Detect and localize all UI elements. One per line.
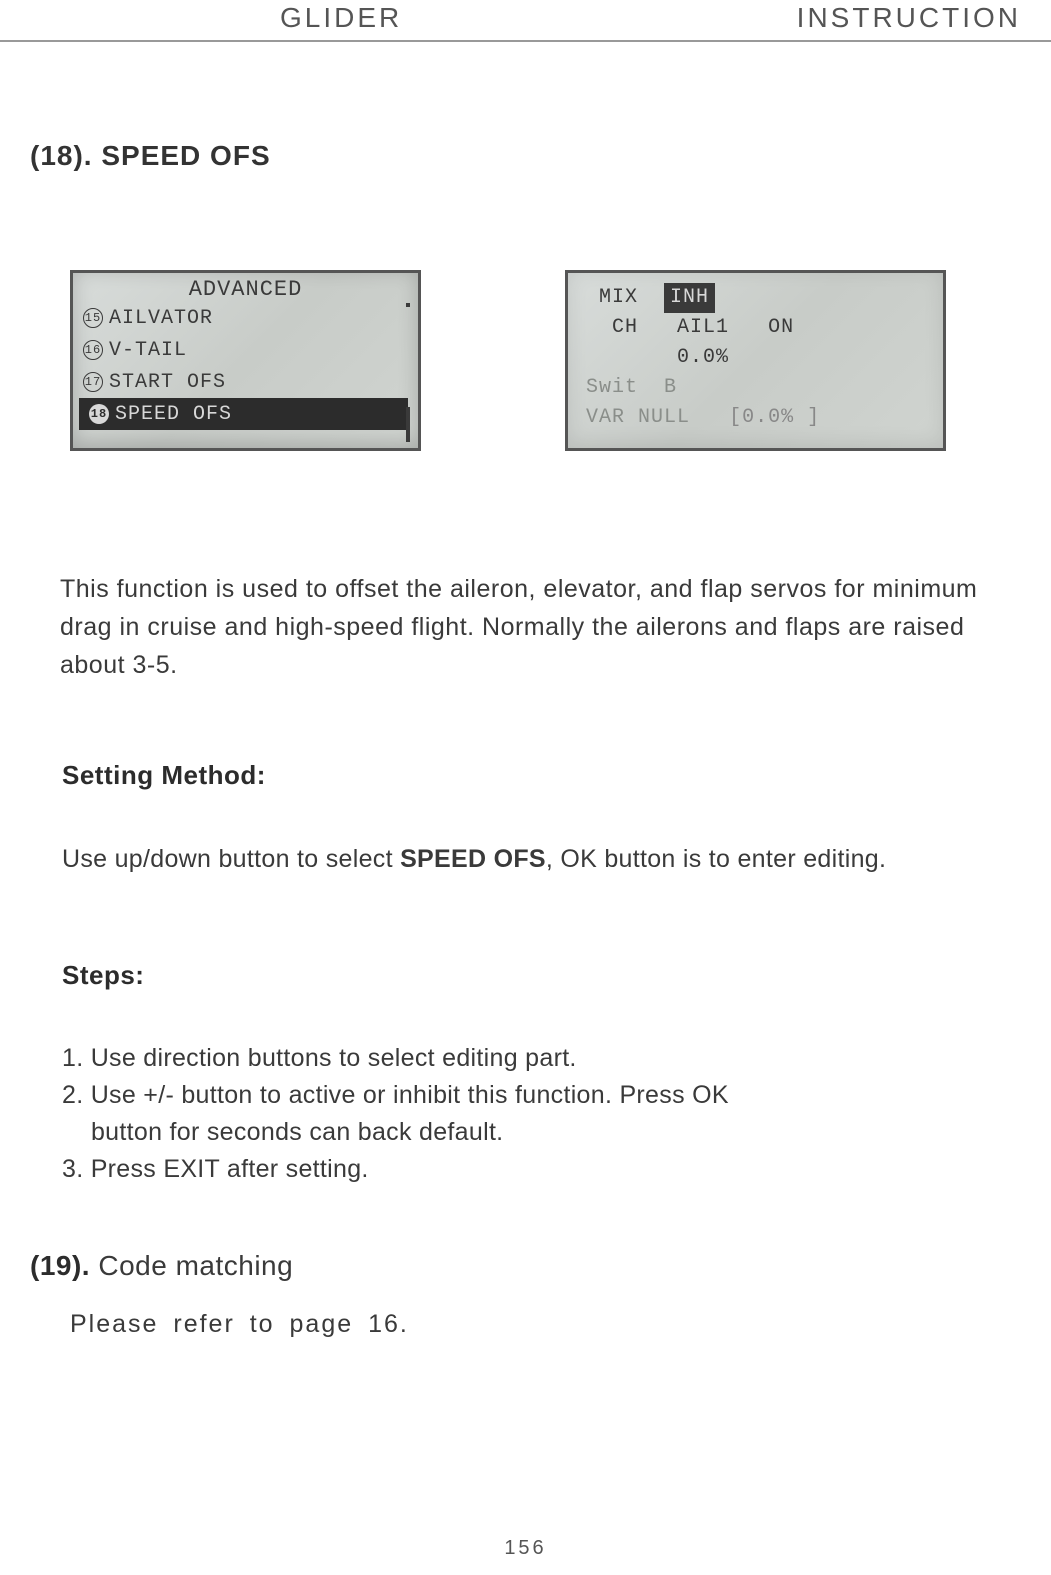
lcd-screenshot-speed-ofs-detail: MIX INH CH AIL1 ON 0.0% Swit B VAR NULL … xyxy=(565,270,946,451)
header-right-text: INSTRUCTION xyxy=(797,2,1021,34)
menu-item-ailvator: 15 AILVATOR xyxy=(73,302,418,334)
menu-index-icon: 18 xyxy=(89,404,109,424)
lcd-scrollbar xyxy=(406,303,410,442)
menu-item-label: AILVATOR xyxy=(109,307,213,330)
menu-index-icon: 15 xyxy=(83,308,103,328)
section-19-refer: Please refer to page 16. xyxy=(70,1310,409,1339)
header-left-text: GLIDER xyxy=(280,2,402,34)
steps-heading: Steps: xyxy=(62,960,144,991)
lcd-menu-title: ADVANCED xyxy=(73,273,418,302)
inh-highlight: INH xyxy=(664,283,715,313)
section-19-title: (19). Code matching xyxy=(30,1250,293,1282)
step-3: 3. Press EXIT after setting. xyxy=(62,1151,1021,1188)
steps-list: 1. Use direction buttons to select editi… xyxy=(62,1040,1021,1188)
step-2a: 2. Use +/- button to active or inhibit t… xyxy=(62,1077,1021,1114)
lcd-row-percent: 0.0% xyxy=(586,343,925,373)
menu-index-icon: 17 xyxy=(83,372,103,392)
lcd-row-var: VAR NULL [0.0% ] xyxy=(586,403,925,433)
lcd-row-swit: Swit B xyxy=(586,373,925,403)
menu-item-speed-ofs-selected: 18 SPEED OFS xyxy=(79,398,408,430)
menu-item-vtail: 16 V-TAIL xyxy=(73,334,418,366)
section-18-description: This function is used to offset the aile… xyxy=(60,570,1026,684)
menu-item-label: START OFS xyxy=(109,371,226,394)
menu-item-label: SPEED OFS xyxy=(115,403,232,426)
menu-item-label: V-TAIL xyxy=(109,339,187,362)
use-updown-text: Use up/down button to select SPEED OFS, … xyxy=(62,840,1021,878)
section-18-title: (18). SPEED OFS xyxy=(30,140,271,172)
menu-item-start-ofs: 17 START OFS xyxy=(73,366,418,398)
step-1: 1. Use direction buttons to select editi… xyxy=(62,1040,1021,1077)
lcd-screenshot-advanced-menu: ADVANCED 15 AILVATOR 16 V-TAIL 17 START … xyxy=(70,270,421,451)
page-number: 156 xyxy=(0,1537,1051,1560)
menu-index-icon: 16 xyxy=(83,340,103,360)
step-2b: button for seconds can back default. xyxy=(62,1114,1021,1151)
lcd-row-mix: MIX INH xyxy=(586,283,925,313)
lcd-row-ch: CH AIL1 ON xyxy=(586,313,925,343)
setting-method-heading: Setting Method: xyxy=(62,760,266,791)
